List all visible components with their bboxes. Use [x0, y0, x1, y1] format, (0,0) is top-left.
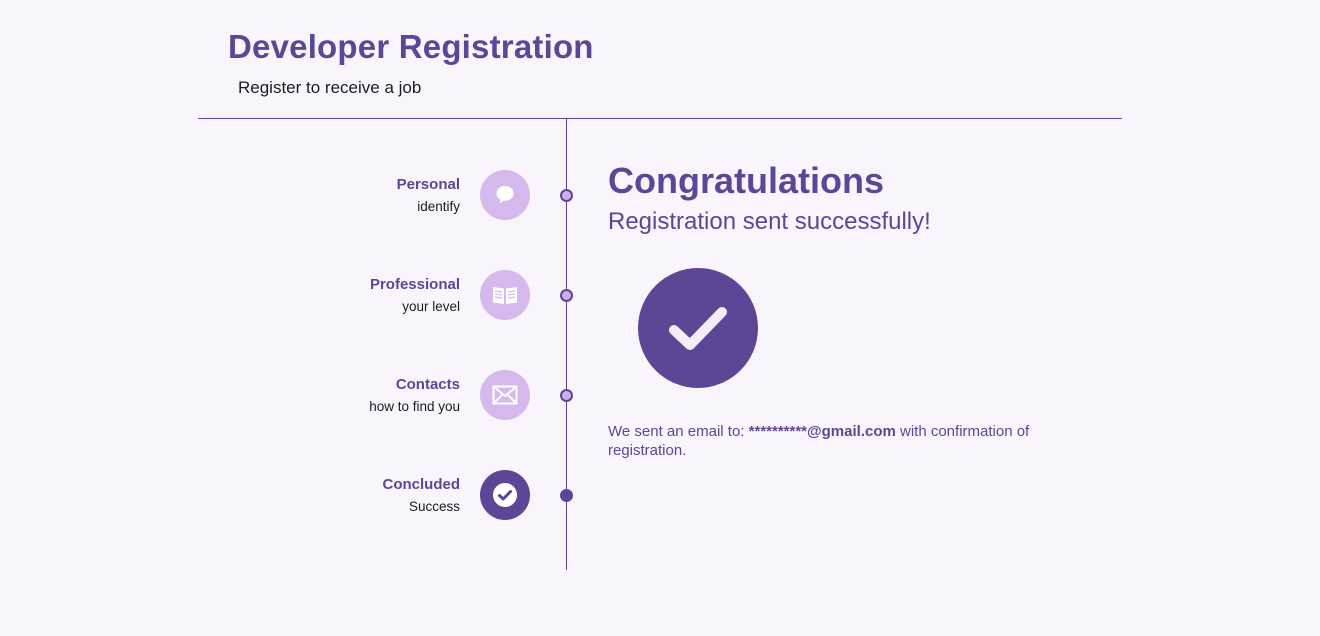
step-personal[interactable]: Personal identify — [300, 170, 580, 220]
success-badge — [638, 268, 758, 388]
email-prefix: We sent an email to: — [608, 423, 745, 440]
header-divider — [198, 118, 1122, 119]
chat-bubble-icon — [496, 186, 514, 204]
step-subtitle: identify — [417, 199, 460, 214]
step-icon-circle — [480, 370, 530, 420]
timeline-dot — [560, 289, 573, 302]
step-subtitle: your level — [402, 299, 460, 314]
page-subtitle: Register to receive a job — [238, 78, 422, 97]
step-professional[interactable]: Professional your level — [300, 270, 580, 320]
step-icon-circle — [480, 170, 530, 220]
timeline-dot-active — [560, 489, 573, 502]
timeline-dot — [560, 389, 573, 402]
checkmark-icon — [669, 307, 727, 350]
step-icon-circle — [480, 470, 530, 520]
congrats-title: Congratulations — [608, 160, 884, 201]
page-title: Developer Registration — [228, 28, 594, 65]
step-concluded[interactable]: Concluded Success — [300, 470, 580, 520]
check-circle-icon — [493, 483, 517, 507]
congrats-subtitle: Registration sent successfully! — [608, 208, 931, 235]
registration-page: Developer Registration Register to recei… — [0, 0, 1320, 636]
email-confirmation-message: We sent an email to: **********@gmail.co… — [608, 422, 1088, 460]
envelope-icon — [492, 385, 518, 405]
step-icon-circle — [480, 270, 530, 320]
step-subtitle: how to find you — [369, 399, 460, 414]
step-title: Concluded — [382, 476, 461, 493]
email-address: **********@gmail.com — [748, 423, 896, 440]
step-subtitle: Success — [408, 499, 460, 514]
timeline-dot — [560, 189, 573, 202]
step-contacts[interactable]: Contacts how to find you — [300, 370, 580, 420]
book-icon — [493, 287, 517, 304]
step-title: Contacts — [395, 376, 460, 393]
step-title: Personal — [396, 176, 460, 193]
step-title: Professional — [369, 276, 460, 293]
